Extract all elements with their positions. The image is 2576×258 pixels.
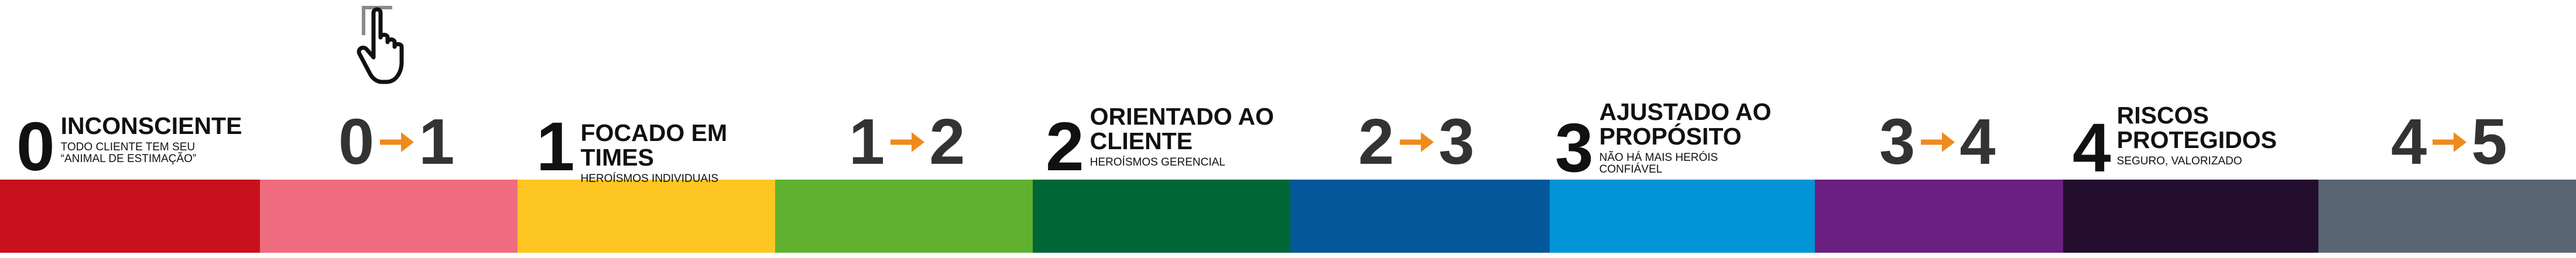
level-1: 1 FOCADO EM TIMES HEROÍSMOS INDIVIDUAIS	[536, 112, 803, 185]
level-number: 2	[1046, 108, 1084, 185]
transition-to: 1	[419, 106, 455, 178]
level-number: 4	[2073, 109, 2111, 187]
transition-2-3: 2 3	[1358, 110, 1474, 174]
level-number: 3	[1555, 109, 1594, 187]
transition-4-5: 4 5	[2391, 110, 2507, 174]
transition-from: 1	[849, 106, 885, 178]
transition-to: 4	[1960, 106, 1996, 178]
band-segment-3-4	[1815, 180, 2063, 253]
transition-from: 4	[2391, 106, 2427, 178]
level-title: ORIENTADO AO CLIENTE	[1090, 103, 1274, 154]
level-2: 2 ORIENTADO AO CLIENTE HEROÍSMOS GERENCI…	[1046, 104, 1277, 181]
level-4: 4 RISCOS PROTEGIDOS SEGURO, VALORIZADO	[2073, 103, 2287, 183]
transition-1-2: 1 2	[849, 110, 965, 174]
level-subtitle: NÃO HÁ MAIS HERÓIS CONFIÁVEL	[1599, 152, 1718, 176]
arrow-right-icon	[380, 132, 415, 152]
transition-from: 2	[1358, 106, 1395, 178]
arrow-right-icon	[1921, 132, 1955, 152]
band-segment-4-5	[2318, 180, 2576, 253]
transition-from: 0	[338, 106, 375, 178]
arrow-right-icon	[2433, 132, 2467, 152]
level-number: 1	[536, 108, 575, 185]
band-segment-3	[1550, 180, 1815, 253]
band-segment-2-3	[1290, 180, 1550, 253]
arrow-right-icon	[890, 132, 925, 152]
arrow-right-icon	[1400, 132, 1434, 152]
maturity-diagram: 0 INCONSCIENTE TODO CLIENTE TEM SEU “ANI…	[0, 0, 2576, 258]
band-segment-0	[0, 180, 260, 253]
level-title: FOCADO EM TIMES	[580, 119, 728, 171]
hand-pointer-icon	[357, 6, 404, 84]
level-title: INCONSCIENTE	[60, 112, 242, 139]
band-segment-0-1	[260, 180, 518, 253]
level-3: 3 AJUSTADO AO PROPÓSITO NÃO HÁ MAIS HERÓ…	[1555, 99, 1775, 183]
transition-to: 5	[2471, 106, 2508, 178]
level-subtitle: TODO CLIENTE TEM SEU “ANIMAL DE ESTIMAÇÃ…	[60, 141, 197, 165]
band-segment-4	[2063, 180, 2318, 253]
transition-3-4: 3 4	[1879, 110, 1995, 174]
level-number: 0	[16, 108, 55, 185]
transition-to: 3	[1438, 106, 1475, 178]
band-segment-1	[518, 180, 775, 253]
band-segment-1-2	[775, 180, 1033, 253]
transition-0-1: 0 1	[338, 110, 454, 174]
level-0: 0 INCONSCIENTE TODO CLIENTE TEM SEU “ANI…	[16, 112, 254, 181]
level-title: RISCOS PROTEGIDOS	[2116, 102, 2277, 153]
level-subtitle: HEROÍSMOS INDIVIDUAIS	[580, 173, 719, 185]
level-title: AJUSTADO AO PROPÓSITO	[1599, 98, 1772, 150]
band-segment-2	[1033, 180, 1290, 253]
transition-from: 3	[1879, 106, 1916, 178]
transition-to: 2	[929, 106, 965, 178]
level-subtitle: SEGURO, VALORIZADO	[2116, 155, 2242, 167]
level-subtitle: HEROÍSMOS GERENCIAL	[1090, 156, 1225, 168]
